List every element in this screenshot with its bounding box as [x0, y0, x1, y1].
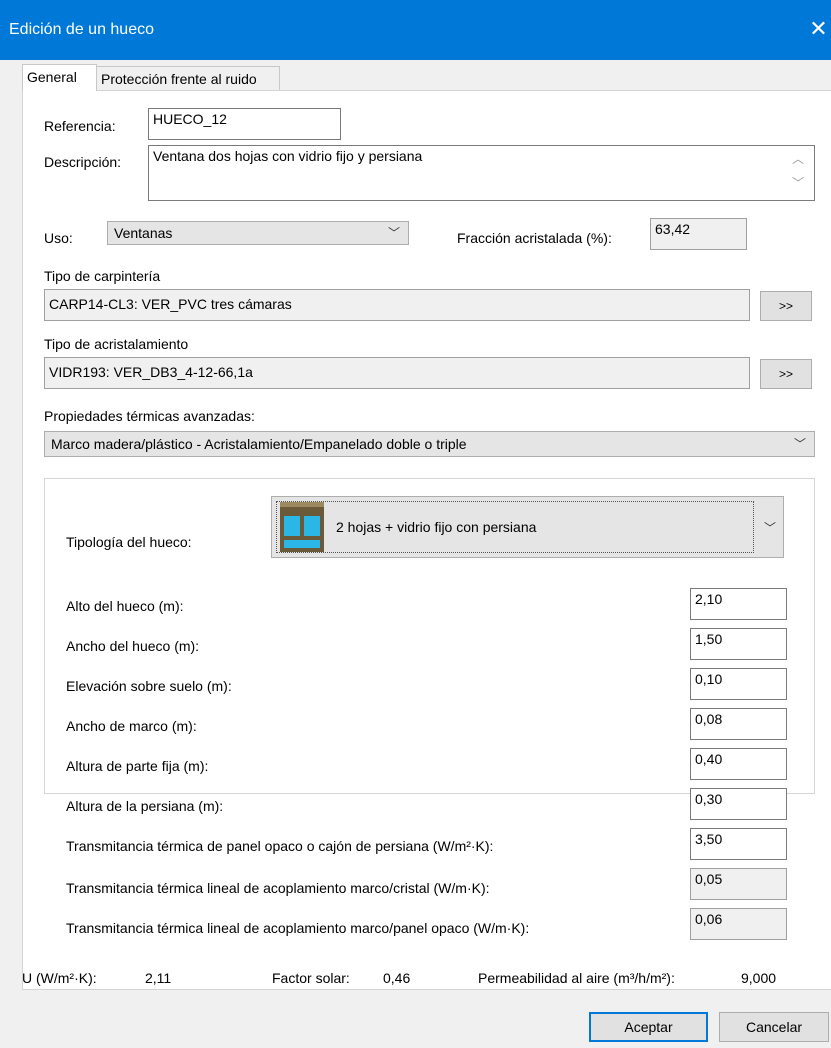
transmitancia-panel-input[interactable]: 3,50 [690, 828, 787, 860]
uso-select[interactable]: Ventanas ﹀ [107, 221, 409, 245]
referencia-input[interactable]: HUECO_12 [148, 108, 341, 140]
scroll-up-icon[interactable]: ︿ [792, 150, 804, 167]
window-two-leaves-shutter-icon [280, 502, 324, 552]
scroll-down-icon[interactable]: ﹀ [792, 174, 804, 191]
title-bar: Edición de un hueco ✕ [0, 0, 831, 60]
carpinteria-field: CARP14-CL3: VER_PVC tres cámaras [44, 289, 750, 321]
browse-carpinteria-button[interactable]: >> [760, 291, 812, 321]
chevron-down-icon: ﹀ [387, 226, 400, 240]
param-label: Alto del hueco (m): [66, 598, 184, 614]
chevron-down-icon: ﹀ [764, 521, 777, 535]
propiedades-value: Marco madera/plástico - Acristalamiento/… [51, 436, 467, 452]
acristalamiento-label: Tipo de acristalamiento [44, 336, 189, 352]
u-value: 2,11 [145, 970, 172, 986]
uso-value: Ventanas [114, 225, 173, 241]
tab-general[interactable]: General [22, 64, 97, 91]
carpinteria-label: Tipo de carpintería [44, 268, 161, 284]
acristalamiento-field: VIDR193: VER_DB3_4-12-66,1a [44, 357, 750, 389]
param-label: Transmitancia térmica de panel opaco o c… [66, 838, 494, 854]
tab-label: General [27, 69, 77, 85]
ancho-hueco-input[interactable]: 1,50 [690, 628, 787, 660]
param-label: Ancho de marco (m): [66, 718, 197, 734]
tipologia-select[interactable]: 2 hojas + vidrio fijo con persiana ﹀ [271, 496, 784, 558]
acoplamiento-cristal-input: 0,05 [690, 868, 787, 900]
altura-fija-input[interactable]: 0,40 [690, 748, 787, 780]
fraccion-label: Fracción acristalada (%): [457, 230, 612, 246]
fraccion-input: 63,42 [650, 218, 747, 250]
acoplamiento-panel-input: 0,06 [690, 908, 787, 940]
propiedades-label: Propiedades térmicas avanzadas: [44, 408, 255, 424]
tab-proteccion-ruido[interactable]: Protección frente al ruido [96, 66, 280, 90]
tipologia-label: Tipología del hueco: [66, 534, 192, 550]
param-label: Altura de la persiana (m): [66, 798, 224, 814]
accept-button[interactable]: Aceptar [589, 1012, 708, 1042]
descripcion-textarea[interactable]: Ventana dos hojas con vidrio fijo y pers… [148, 145, 815, 201]
propiedades-select[interactable]: Marco madera/plástico - Acristalamiento/… [44, 431, 815, 457]
descripcion-label: Descripción: [44, 154, 122, 170]
uso-label: Uso: [44, 230, 73, 246]
window-title: Edición de un hueco [9, 21, 154, 38]
factor-solar-value: 0,46 [383, 970, 411, 986]
param-label: Ancho del hueco (m): [66, 638, 200, 654]
alto-hueco-input[interactable]: 2,10 [690, 588, 787, 620]
ancho-marco-input[interactable]: 0,08 [690, 708, 787, 740]
u-label: U (W/m²·K): [22, 970, 97, 986]
chevron-down-icon: ﹀ [793, 437, 806, 451]
param-label: Transmitancia térmica lineal de acoplami… [66, 880, 490, 896]
param-label: Altura de parte fija (m): [66, 758, 209, 774]
param-label: Transmitancia térmica lineal de acoplami… [66, 920, 530, 936]
altura-persiana-input[interactable]: 0,30 [690, 788, 787, 820]
tab-label: Protección frente al ruido [101, 71, 257, 87]
elevacion-input[interactable]: 0,10 [690, 668, 787, 700]
permeabilidad-value: 9,000 [741, 970, 777, 986]
cancel-button[interactable]: Cancelar [719, 1012, 829, 1042]
descripcion-text: Ventana dos hojas con vidrio fijo y pers… [153, 148, 423, 164]
param-label: Elevación sobre suelo (m): [66, 678, 232, 694]
factor-solar-label: Factor solar: [272, 970, 350, 986]
browse-acristalamiento-button[interactable]: >> [760, 359, 812, 389]
permeabilidad-label: Permeabilidad al aire (m³/h/m²): [478, 970, 675, 986]
close-icon[interactable]: ✕ [806, 14, 831, 44]
referencia-label: Referencia: [44, 118, 116, 134]
tipologia-value: 2 hojas + vidrio fijo con persiana [336, 519, 537, 535]
